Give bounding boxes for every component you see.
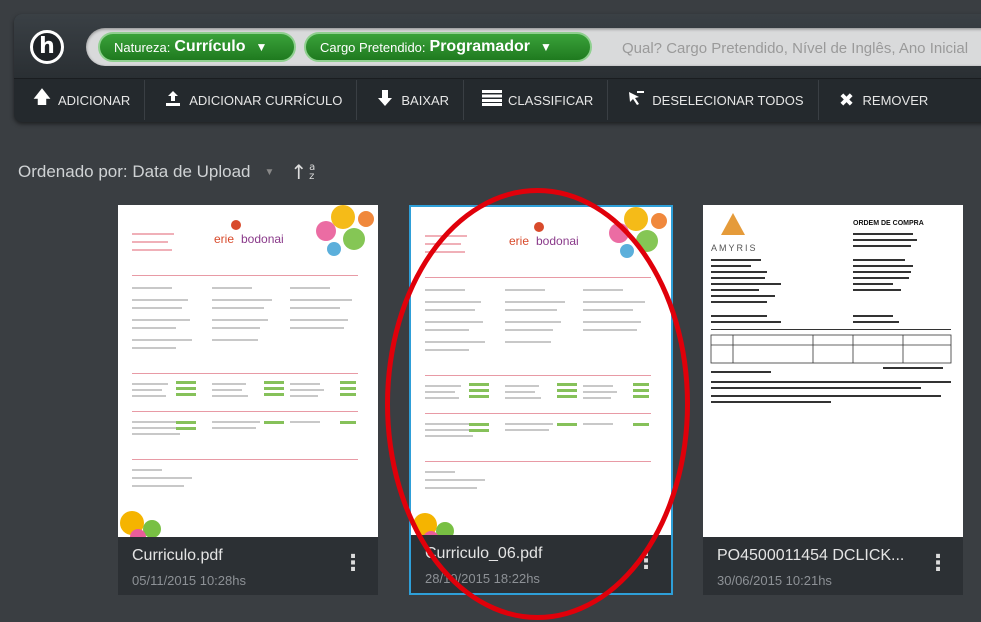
svg-text:ORDEM DE COMPRA: ORDEM DE COMPRA bbox=[853, 220, 924, 227]
caret-down-icon[interactable]: ▼ bbox=[256, 40, 268, 54]
az-icon: az bbox=[309, 162, 316, 182]
search-input[interactable] bbox=[620, 28, 981, 68]
toolbar-panel: h Natureza: Currículo ▼ Cargo Pretendido… bbox=[14, 14, 981, 122]
classify-label: CLASSIFICAR bbox=[508, 92, 594, 108]
close-icon: ✖ bbox=[838, 89, 855, 111]
more-vertical-icon[interactable]: ⋮ bbox=[342, 553, 364, 575]
app-logo[interactable]: h bbox=[30, 30, 64, 64]
svg-text:bodonai: bodonai bbox=[536, 234, 579, 248]
action-bar: 🡅 ADICIONAR ADICIONAR CURRÍCULO BAIXAR C… bbox=[14, 80, 981, 120]
list-icon bbox=[482, 89, 503, 111]
file-info: Curriculo_06.pdf 28/10/2015 18:22hs ⋮ bbox=[411, 535, 671, 593]
arrow-up-icon: 🡅 bbox=[32, 87, 52, 108]
svg-text:erie: erie bbox=[509, 234, 529, 248]
document-thumbnail[interactable]: erie bodonai bbox=[118, 205, 378, 537]
chip-label: Natureza: bbox=[114, 39, 171, 55]
search-header: h Natureza: Currículo ▼ Cargo Pretendido… bbox=[14, 14, 981, 79]
file-date: 28/10/2015 18:22hs bbox=[425, 571, 540, 586]
add-button[interactable]: 🡅 ADICIONAR bbox=[14, 80, 146, 120]
file-name[interactable]: PO4500011454 DCLICK... bbox=[717, 547, 917, 565]
chip-value: Currículo bbox=[174, 38, 246, 55]
file-date: 30/06/2015 10:21hs bbox=[717, 573, 832, 588]
sort-control[interactable]: Ordenado por: Data de Upload ▼ ↑ az bbox=[18, 160, 315, 184]
more-vertical-icon[interactable]: ⋮ bbox=[927, 553, 949, 575]
svg-text:AMYRIS: AMYRIS bbox=[711, 243, 758, 253]
remove-button[interactable]: ✖ REMOVER bbox=[819, 80, 943, 120]
add-label: ADICIONAR bbox=[58, 92, 131, 108]
deselect-all-button[interactable]: DESELECIONAR TODOS bbox=[608, 80, 819, 120]
cursor-icon bbox=[626, 89, 646, 112]
file-date: 05/11/2015 10:28hs bbox=[132, 573, 246, 588]
more-vertical-icon[interactable]: ⋮ bbox=[635, 551, 657, 573]
remove-label: REMOVER bbox=[862, 92, 929, 108]
chip-value: Programador bbox=[429, 38, 530, 55]
caret-down-icon[interactable]: ▼ bbox=[265, 167, 275, 178]
svg-text:erie: erie bbox=[214, 232, 234, 246]
deselect-all-label: DESELECIONAR TODOS bbox=[652, 92, 804, 108]
sort-label: Ordenado por: Data de Upload bbox=[18, 162, 251, 181]
file-info: PO4500011454 DCLICK... 30/06/2015 10:21h… bbox=[703, 537, 963, 595]
file-card[interactable]: erie bodonai Curriculo.pdf 05/11/2015 10… bbox=[118, 205, 378, 595]
file-card-selected[interactable]: erie bodonai Curriculo_06.pdf 28/10/2015… bbox=[409, 205, 673, 595]
document-thumbnail[interactable]: AMYRIS ORDEM DE COMPRA bbox=[703, 205, 963, 537]
search-bar[interactable]: Natureza: Currículo ▼ Cargo Pretendido: … bbox=[86, 28, 981, 68]
download-label: BAIXAR bbox=[401, 92, 450, 108]
file-name[interactable]: Curriculo.pdf bbox=[132, 547, 332, 565]
sort-direction-toggle[interactable]: ↑ az bbox=[290, 160, 315, 184]
filter-chip-natureza[interactable]: Natureza: Currículo ▼ bbox=[98, 32, 296, 62]
sort-arrow-icon: ↑ bbox=[290, 160, 308, 184]
file-info: Curriculo.pdf 05/11/2015 10:28hs ⋮ bbox=[118, 537, 378, 595]
caret-down-icon[interactable]: ▼ bbox=[540, 40, 552, 54]
document-thumbnail[interactable]: erie bodonai bbox=[411, 207, 671, 539]
filter-chip-cargo[interactable]: Cargo Pretendido: Programador ▼ bbox=[304, 32, 592, 62]
file-name[interactable]: Curriculo_06.pdf bbox=[425, 545, 625, 563]
svg-text:bodonai: bodonai bbox=[241, 232, 284, 246]
upload-icon bbox=[163, 89, 183, 112]
download-icon bbox=[375, 89, 395, 112]
add-resume-button[interactable]: ADICIONAR CURRÍCULO bbox=[145, 80, 358, 120]
file-card[interactable]: AMYRIS ORDEM DE COMPRA PO4500011454 DCLI… bbox=[703, 205, 963, 595]
classify-button[interactable]: CLASSIFICAR bbox=[464, 80, 609, 120]
add-resume-label: ADICIONAR CURRÍCULO bbox=[189, 92, 343, 108]
chip-label: Cargo Pretendido: bbox=[320, 39, 426, 55]
download-button[interactable]: BAIXAR bbox=[357, 80, 465, 120]
